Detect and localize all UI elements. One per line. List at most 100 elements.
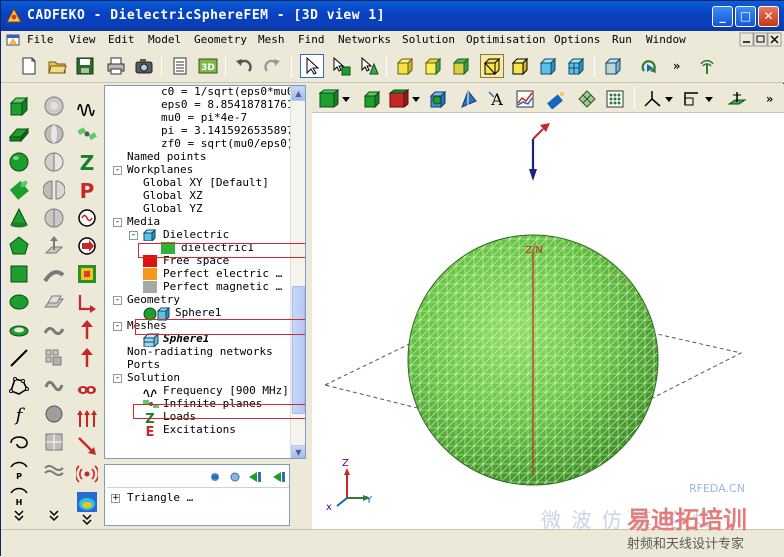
tree-item[interactable]: pi = 3.1415926535897… [105, 124, 300, 138]
menu-run[interactable]: Run [612, 33, 632, 46]
tree-item[interactable]: Non-radiating networks [105, 345, 290, 359]
impedance-z-button[interactable]: Z [74, 149, 100, 175]
menu-window[interactable]: Window [646, 33, 686, 46]
3d-view-canvas[interactable]: Z/N Z Y x [312, 113, 784, 529]
menu-networks[interactable]: Networks [338, 33, 391, 46]
radiating-source-button[interactable] [74, 345, 100, 371]
flat-plate-button[interactable] [6, 121, 32, 147]
menu-optimisation[interactable]: Optimisation [466, 33, 545, 46]
minimize-button[interactable]: _ [712, 6, 733, 27]
select-edge-button[interactable] [357, 54, 381, 78]
print-button[interactable] [104, 54, 128, 78]
tree-item[interactable]: Named points [105, 150, 290, 164]
currents-button[interactable] [74, 405, 100, 431]
document-icon[interactable] [5, 33, 21, 47]
scroll-thumb[interactable] [292, 286, 305, 414]
frequency-button[interactable] [74, 93, 100, 119]
sphere-grey-button[interactable] [41, 401, 67, 427]
tree-item[interactable]: Global XZ [105, 189, 290, 203]
ellipse-button[interactable] [6, 289, 32, 315]
save-button[interactable] [73, 54, 97, 78]
menu-file[interactable]: File [27, 33, 54, 46]
extrude-button[interactable] [41, 233, 67, 259]
mesh-sphere-button[interactable] [426, 87, 450, 111]
line-button[interactable] [6, 345, 32, 371]
spin-button[interactable] [41, 345, 67, 371]
undo-button[interactable] [232, 54, 256, 78]
rotate-view-button[interactable] [637, 54, 661, 78]
menu-mesh[interactable]: Mesh [258, 33, 285, 46]
details-triangle-label[interactable]: Triangle … [127, 491, 193, 504]
cuboid-button[interactable] [6, 93, 32, 119]
title-bar[interactable]: CADFEKO - DielectricSphereFEM - [3D view… [1, 1, 784, 31]
mdi-controls[interactable] [739, 32, 783, 48]
menu-options[interactable]: Options [554, 33, 600, 46]
annotation-button[interactable]: A [485, 87, 509, 111]
wireframe-view-button[interactable] [480, 54, 504, 78]
green-box-button[interactable] [360, 87, 384, 111]
voltage-source-button[interactable] [74, 205, 100, 231]
sphere-button[interactable] [6, 149, 32, 175]
tree-item[interactable]: - Dielectric [105, 228, 290, 243]
tree-item[interactable]: Perfect magnetic … [105, 280, 290, 294]
details-button[interactable] [168, 54, 192, 78]
sweep-button[interactable] [41, 261, 67, 287]
menu-solution[interactable]: Solution [402, 33, 455, 46]
cube-view-7-button[interactable] [564, 54, 588, 78]
annulus-button[interactable] [6, 317, 32, 343]
antenna-source-button[interactable] [74, 461, 100, 487]
boolean-union-button[interactable] [41, 93, 67, 119]
polyline-button[interactable] [6, 373, 32, 399]
tree-item[interactable]: Sphere1 [105, 306, 290, 322]
cube-view-2-button[interactable] [421, 54, 445, 78]
tree-item[interactable]: - Media [105, 215, 290, 229]
tree-item[interactable]: Frequency [900 MHz] [105, 384, 290, 399]
palette-3-more[interactable] [74, 513, 100, 527]
cube-color-dropdown[interactable] [316, 87, 356, 111]
imprint-button[interactable] [41, 429, 67, 455]
tree-expander[interactable]: - [129, 231, 138, 240]
cylinder-button[interactable] [6, 177, 32, 203]
tree-item[interactable]: Ports [105, 358, 290, 372]
new-button[interactable] [17, 54, 41, 78]
graph-button[interactable] [513, 87, 537, 111]
fillet-button[interactable] [41, 373, 67, 399]
receiving-button[interactable] [74, 377, 100, 403]
redo-button[interactable] [260, 54, 284, 78]
palette-2-more[interactable] [41, 507, 67, 525]
model-tree[interactable]: c0 = 1/sqrt(eps0*mu0) eps0 = 8.8541878176… [104, 85, 306, 459]
rectangle-button[interactable] [6, 261, 32, 287]
tree-item[interactable]: Perfect electric … [105, 267, 290, 281]
spline-p-button[interactable]: P [6, 457, 32, 483]
axes-dropdown[interactable] [640, 87, 678, 111]
menu-edit[interactable]: Edit [108, 33, 135, 46]
far-field-button[interactable] [74, 289, 100, 315]
maximize-button[interactable]: □ [735, 6, 756, 27]
tree-item[interactable]: Global XY [Default] [105, 176, 290, 190]
grid-points-button[interactable] [603, 87, 627, 111]
select-face-button[interactable] [329, 54, 353, 78]
tree-item[interactable]: - Geometry [105, 293, 290, 307]
3d-view-button[interactable]: 3D [196, 54, 220, 78]
split-button[interactable] [41, 177, 67, 203]
skin-button[interactable] [41, 317, 67, 343]
tree-expander[interactable]: - [113, 218, 122, 227]
mesh-view-button[interactable] [575, 87, 599, 111]
select-tool-button[interactable] [300, 54, 324, 78]
scroll-down-arrow[interactable]: ▼ [291, 445, 305, 458]
cube-view-3-button[interactable] [449, 54, 473, 78]
open-button[interactable] [45, 54, 69, 78]
details-toolbar[interactable] [209, 469, 289, 485]
tree-item[interactable]: zf0 = sqrt(mu0/eps0) [105, 137, 293, 151]
3d-scene[interactable]: Z/N Z Y x [312, 113, 784, 529]
tree-item[interactable]: eps0 = 8.85418781761… [105, 98, 300, 112]
plane-wave-button[interactable] [74, 317, 100, 343]
port-arrow-button[interactable] [457, 87, 481, 111]
tree-expander[interactable]: - [113, 166, 122, 175]
stitch-button[interactable] [41, 205, 67, 231]
workplane-dropdown[interactable] [680, 87, 718, 111]
tree-item[interactable]: mu0 = pi*4e-7 [105, 111, 290, 125]
sar-button[interactable] [74, 433, 100, 459]
near-field-button[interactable] [74, 261, 100, 287]
screenshot-button[interactable] [132, 54, 156, 78]
